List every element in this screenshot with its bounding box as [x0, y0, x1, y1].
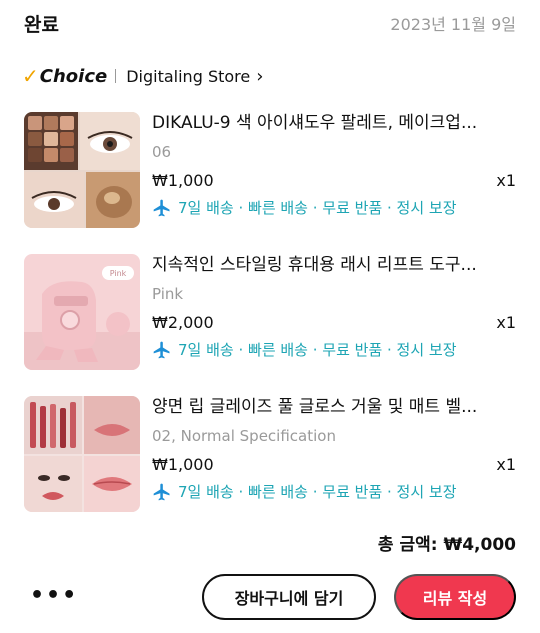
product-thumbnail-lash-lift[interactable]: Pink	[24, 254, 140, 370]
airplane-icon	[153, 483, 170, 501]
order-header: 완료 2023년 11월 9일	[24, 8, 516, 38]
item-variant: 02, Normal Specification	[152, 427, 336, 445]
add-to-cart-button[interactable]: 장바구니에 담기	[202, 574, 376, 620]
price-row: ₩1,000 x1	[152, 170, 516, 192]
divider	[115, 69, 117, 83]
shipping-text: 7일 배송 · 빠른 배송 · 무료 반품 · 정시 보장	[178, 483, 457, 501]
shipping-info: 7일 배송 · 빠른 배송 · 무료 반품 · 정시 보장	[152, 198, 516, 218]
item-quantity: x1	[496, 455, 516, 474]
choice-badge: ✓ Choice	[22, 64, 107, 88]
item-price: ₩1,000	[152, 455, 214, 474]
price-row: ₩2,000 x1	[152, 312, 516, 334]
write-review-button[interactable]: 리뷰 작성	[394, 574, 516, 620]
item-price: ₩1,000	[152, 171, 214, 190]
item-title[interactable]: 양면 립 글레이즈 풀 글로스 거울 및 매트 벨...	[152, 396, 516, 418]
order-total: 총 금액: ₩4,000	[377, 535, 516, 555]
airplane-icon	[153, 341, 170, 359]
chevron-right-icon[interactable]: ›	[256, 66, 263, 87]
price-row: ₩1,000 x1	[152, 454, 516, 476]
order-item[interactable]: Pink 지속적인 스타일링 휴대용 래시 리프트 도구... Pink ₩2,…	[24, 254, 516, 372]
thumb-label: Pink	[110, 269, 127, 278]
item-quantity: x1	[496, 171, 516, 190]
choice-label: Choice	[39, 65, 108, 87]
item-price: ₩2,000	[152, 313, 214, 332]
shipping-text: 7일 배송 · 빠른 배송 · 무료 반품 · 정시 보장	[178, 341, 457, 359]
item-variant: Pink	[152, 285, 184, 303]
airplane-icon	[153, 199, 170, 217]
item-info: DIKALU-9 색 아이섀도우 팔레트, 메이크업... 06 ₩1,000 …	[152, 112, 516, 228]
order-status: 완료	[24, 13, 59, 36]
shipping-info: 7일 배송 · 빠른 배송 · 무료 반품 · 정시 보장	[152, 482, 516, 502]
checkmark-icon: ✓	[22, 64, 39, 88]
product-thumbnail-eyeshadow[interactable]	[24, 112, 140, 228]
item-variant: 06	[152, 143, 172, 161]
product-thumbnail-lip-glaze[interactable]	[24, 396, 140, 512]
store-name[interactable]: Digitaling Store	[126, 67, 250, 86]
item-info: 양면 립 글레이즈 풀 글로스 거울 및 매트 벨... 02, Normal …	[152, 396, 516, 512]
order-item[interactable]: 양면 립 글레이즈 풀 글로스 거울 및 매트 벨... 02, Normal …	[24, 396, 516, 514]
store-row[interactable]: ✓ Choice Digitaling Store ›	[22, 62, 263, 90]
item-title[interactable]: 지속적인 스타일링 휴대용 래시 리프트 도구...	[152, 254, 516, 276]
item-info: 지속적인 스타일링 휴대용 래시 리프트 도구... Pink ₩2,000 x…	[152, 254, 516, 370]
item-title[interactable]: DIKALU-9 색 아이섀도우 팔레트, 메이크업...	[152, 112, 516, 134]
more-options-icon[interactable]: •••	[30, 583, 78, 608]
shipping-text: 7일 배송 · 빠른 배송 · 무료 반품 · 정시 보장	[178, 199, 457, 217]
lip-glaze-image	[24, 396, 140, 512]
lash-lift-tool-image: Pink	[24, 254, 140, 370]
order-item[interactable]: DIKALU-9 색 아이섀도우 팔레트, 메이크업... 06 ₩1,000 …	[24, 112, 516, 230]
item-quantity: x1	[496, 313, 516, 332]
shipping-info: 7일 배송 · 빠른 배송 · 무료 반품 · 정시 보장	[152, 340, 516, 360]
eyeshadow-palette-image	[24, 112, 140, 228]
order-date: 2023년 11월 9일	[390, 15, 516, 34]
